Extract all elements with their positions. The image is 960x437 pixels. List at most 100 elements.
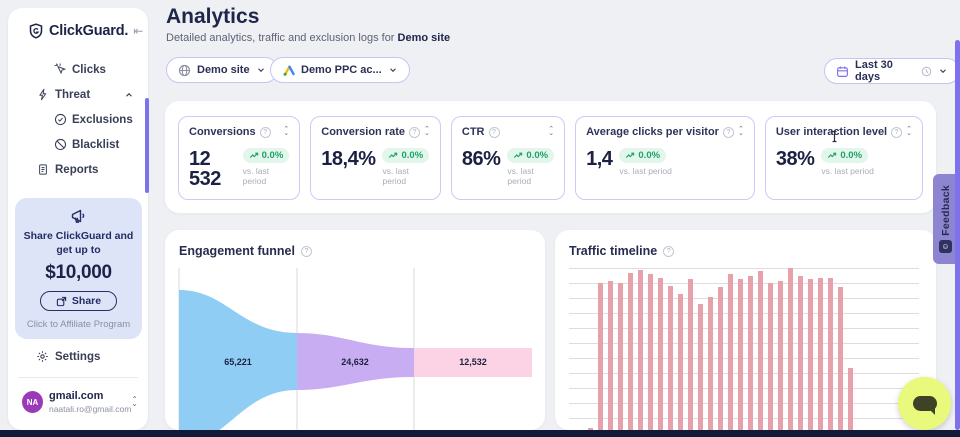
sort-stepper-icon[interactable]: ⌃⌄	[424, 128, 430, 136]
info-icon[interactable]: ?	[260, 127, 271, 138]
ppc-account-selector[interactable]: Demo PPC ac...	[270, 57, 410, 83]
page-scrollbar[interactable]	[955, 40, 960, 430]
change-value: 0.0%	[262, 150, 284, 161]
info-icon[interactable]: ?	[409, 127, 420, 138]
check-circle-icon	[54, 113, 67, 126]
funnel-chart	[165, 230, 545, 430]
promo-amount: $10,000	[23, 262, 134, 284]
traffic-bar	[718, 287, 723, 430]
sidebar-item-exclusions[interactable]: Exclusions	[8, 107, 148, 132]
lightning-icon	[36, 88, 49, 101]
shield-logo-icon	[28, 23, 44, 39]
megaphone-icon	[23, 208, 134, 225]
change-value: 0.0%	[401, 150, 423, 161]
stat-label: Conversion rate	[321, 126, 405, 138]
traffic-bar	[608, 281, 613, 430]
sort-stepper-icon[interactable]: ⌃⌄	[283, 128, 289, 136]
date-range-label: Last 30 days	[855, 59, 915, 83]
avatar: NA	[22, 391, 43, 413]
traffic-bar-chart	[569, 268, 919, 430]
traffic-timeline-card: Traffic timeline ?	[555, 230, 936, 430]
stat-card: Average clicks per visitor ? ⌃⌄ 1,4 0.0%…	[575, 116, 755, 200]
share-button-label: Share	[72, 295, 101, 307]
stat-label: User interaction level	[776, 126, 887, 138]
sidebar-scrollbar[interactable]	[145, 98, 149, 193]
sidebar-item-blacklist[interactable]: Blacklist	[8, 132, 148, 157]
change-badge: 0.0%	[619, 148, 666, 163]
traffic-bar	[648, 274, 653, 430]
history-clock-icon	[921, 66, 932, 77]
traffic-bar	[838, 287, 843, 430]
traffic-bar	[688, 279, 693, 430]
change-period: vs. last period	[507, 166, 554, 186]
sidebar-item-reports[interactable]: Reports	[8, 157, 148, 182]
info-icon[interactable]: ?	[891, 127, 902, 138]
stat-value: 12 532	[189, 149, 236, 189]
change-period: vs. last period	[382, 166, 429, 186]
sidebar-item-label: Reports	[55, 164, 98, 176]
change-badge: 0.0%	[382, 148, 429, 163]
traffic-bar	[848, 368, 853, 430]
brand-name: ClickGuard.	[49, 23, 128, 39]
account-stepper-icon: ⌃⌄	[131, 398, 138, 407]
change-badge: 0.0%	[821, 148, 868, 163]
analytics-dashboard: ClickGuard. ⇤ Clicks Threat Exclusions B…	[0, 0, 960, 437]
sidebar-item-threat[interactable]: Threat	[8, 82, 148, 107]
stat-label: Average clicks per visitor	[586, 126, 719, 138]
traffic-title: Traffic timeline	[569, 244, 657, 258]
sidebar-item-settings[interactable]: Settings	[8, 344, 148, 369]
stat-card: Conversions ? ⌃⌄ 12 532 0.0% vs. last pe…	[178, 116, 300, 200]
change-value: 0.0%	[840, 150, 862, 161]
bottom-window-edge	[0, 430, 960, 437]
account-switcher[interactable]: NA gmail.com naatali.ro@gmail.com ⌃⌄	[22, 390, 138, 414]
chevron-down-icon	[938, 66, 948, 76]
ppc-selector-label: Demo PPC ac...	[301, 64, 382, 76]
engagement-funnel-card: Engagement funnel ? 65,221 24,632 12,532	[165, 230, 545, 430]
traffic-bar	[658, 278, 663, 430]
brand-logo: ClickGuard. ⇤	[8, 8, 148, 49]
info-icon[interactable]: ?	[301, 246, 312, 257]
info-icon[interactable]: ?	[663, 246, 674, 257]
globe-icon	[178, 64, 191, 77]
google-ads-icon	[282, 64, 295, 77]
sidebar-nav: Clicks Threat Exclusions Blacklist Repor…	[8, 57, 148, 182]
stat-value: 1,4	[586, 149, 612, 169]
traffic-bar	[758, 271, 763, 430]
traffic-bar	[828, 278, 833, 430]
stat-value: 38%	[776, 149, 815, 169]
sort-stepper-icon[interactable]: ⌃⌄	[906, 128, 912, 136]
chat-widget-button[interactable]	[898, 377, 951, 430]
traffic-bar	[678, 294, 683, 430]
sidebar-item-label: Blacklist	[72, 139, 119, 151]
feedback-tab-label: Feedback	[940, 185, 952, 236]
info-icon[interactable]: ?	[489, 127, 500, 138]
funnel-title: Engagement funnel	[179, 244, 295, 258]
stat-value: 18,4%	[321, 149, 375, 169]
site-selector[interactable]: Demo site	[166, 57, 278, 83]
sidebar: ClickGuard. ⇤ Clicks Threat Exclusions B…	[8, 8, 148, 430]
traffic-bar	[818, 278, 823, 430]
block-icon	[54, 138, 67, 151]
change-value: 0.0%	[638, 150, 660, 161]
calendar-icon	[836, 65, 849, 78]
info-icon[interactable]: ?	[723, 127, 734, 138]
affiliate-link[interactable]: Click to Affiliate Program	[23, 319, 134, 330]
sidebar-collapse-icon[interactable]: ⇤	[133, 24, 143, 38]
change-value: 0.0%	[526, 150, 548, 161]
stat-card: Conversion rate ? ⌃⌄ 18,4% 0.0% vs. last…	[310, 116, 441, 200]
stat-card: CTR ? ⌃⌄ 86% 0.0% vs. last period	[451, 116, 565, 200]
sidebar-item-clicks[interactable]: Clicks	[8, 57, 148, 82]
subtitle-site-name: Demo site	[398, 32, 451, 44]
traffic-bar	[728, 274, 733, 430]
traffic-bar	[778, 281, 783, 430]
page-subtitle: Detailed analytics, traffic and exclusio…	[166, 32, 450, 44]
chevron-down-icon	[388, 65, 398, 75]
traffic-bar	[618, 283, 623, 430]
sort-stepper-icon[interactable]: ⌃⌄	[738, 128, 744, 136]
share-button[interactable]: Share	[40, 291, 117, 311]
change-badge: 0.0%	[507, 148, 554, 163]
funnel-value-label: 24,632	[341, 357, 369, 367]
sort-stepper-icon[interactable]: ⌃⌄	[548, 128, 554, 136]
cursor-click-icon	[54, 63, 67, 76]
date-range-selector[interactable]: Last 30 days	[824, 58, 960, 84]
